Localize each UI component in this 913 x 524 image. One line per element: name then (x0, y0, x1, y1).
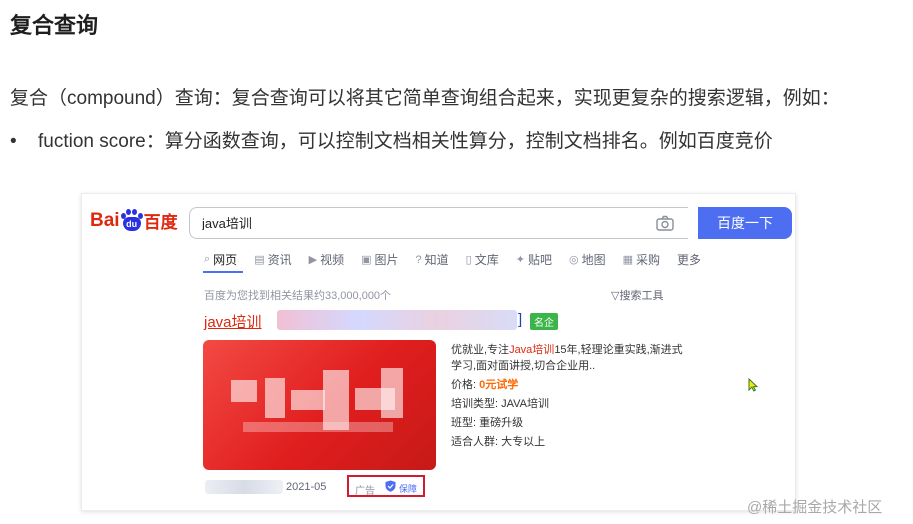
logo-text-right: 百度 (143, 213, 178, 232)
news-icon: ▤ (254, 254, 265, 266)
ad-fields: 价格: 0元试学 培训类型: JAVA培训 班型: 重磅升级 适合人群: 大专以… (451, 376, 549, 452)
section-heading: 复合查询 (10, 13, 99, 38)
blurred-site-name (205, 480, 283, 494)
tab-tieba[interactable]: ✦ 贴吧 (516, 251, 552, 268)
bullet-item: • fuction score：算分函数查询，可以控制文档相关性算分，控制文档排名… (10, 126, 773, 153)
image-icon: ▣ (361, 254, 372, 266)
juejin-watermark: @稀土掘金技术社区 (747, 499, 883, 516)
ad-date: 2021-05 (286, 481, 327, 493)
field-training-type: 培训类型: JAVA培训 (451, 398, 550, 410)
field-audience: 适合人群: 大专以上 (451, 436, 546, 448)
search-box (189, 207, 688, 239)
tab-news[interactable]: ▤ 资讯 (254, 251, 291, 268)
magnifier-icon: ⌕ (204, 253, 211, 265)
video-icon: ▶ (308, 254, 318, 266)
ad-description: 优就业,专注Java培训15年,轻理论重实践,渐进式学习,面对面讲授,切合企业用… (451, 344, 683, 372)
field-price: 价格: 0元试学 (451, 379, 519, 391)
doc-icon: ▯ (465, 254, 472, 266)
intro-paragraph: 复合（compound）查询：复合查询可以将其它简单查询组合起来，实现更复杂的搜… (10, 88, 840, 109)
tab-zhidao[interactable]: ? 知道 (416, 251, 449, 268)
tab-web[interactable]: ⌕ 网页 (204, 251, 237, 268)
active-tab-indicator (203, 271, 243, 273)
search-tabs: ⌕ 网页 ▤ 资讯 ▶ 视频 ▣ 图片 ? 知道 ▯ 文库 ✦ 贴吧 ◎ 地图 ▦ 采购 更多 (204, 251, 718, 268)
baidu-logo[interactable]: Bai du 百度 (90, 208, 178, 233)
result-count: 百度为您找到相关结果约33,000,000个 (204, 290, 392, 302)
bullet-text: fuction score：算分函数查询，可以控制文档相关性算分，控制文档排名。… (38, 131, 773, 152)
logo-text-left: Bai (90, 209, 120, 231)
question-icon: ? (415, 253, 422, 266)
paw-du-label: du (122, 216, 141, 231)
mouse-cursor-icon (748, 378, 758, 392)
tab-caigou[interactable]: ▦ 采购 (623, 251, 660, 268)
baidu-search-screenshot: Bai du 百度 百度一下 ⌕网页 ▤资讯 ▶视频 ▣图片 ?知道 ▯文库 ✦… (81, 193, 796, 511)
tab-wenku[interactable]: ▯ 文库 (466, 251, 499, 268)
blurred-title-text (277, 310, 517, 330)
camera-icon[interactable] (656, 215, 674, 231)
paw-icon: du (120, 208, 143, 233)
tab-video[interactable]: ▶ 视频 (309, 251, 344, 268)
tieba-icon: ✦ (515, 254, 525, 266)
map-icon: ◎ (568, 254, 579, 266)
search-tools-button[interactable]: ▽搜索工具 (611, 287, 663, 303)
guarantee-label[interactable]: 保障 (399, 482, 417, 495)
field-class-type: 班型: 重磅升级 (451, 417, 524, 429)
search-input[interactable] (202, 215, 632, 230)
search-button[interactable]: 百度一下 (698, 207, 792, 239)
ad-result-title[interactable]: java培训 (204, 311, 262, 332)
famous-company-badge: 名企 (530, 313, 558, 330)
tab-image[interactable]: ▣ 图片 (361, 251, 398, 268)
tab-more[interactable]: 更多 (677, 251, 701, 268)
tab-map[interactable]: ◎ 地图 (569, 251, 606, 268)
bullet-marker: • (10, 131, 17, 152)
ad-label[interactable]: 广告 (355, 482, 375, 497)
ad-thumbnail-image[interactable] (203, 340, 436, 470)
shield-icon (385, 480, 396, 492)
shopping-icon: ▦ (622, 254, 633, 266)
ad-title-end: ] (518, 311, 523, 328)
